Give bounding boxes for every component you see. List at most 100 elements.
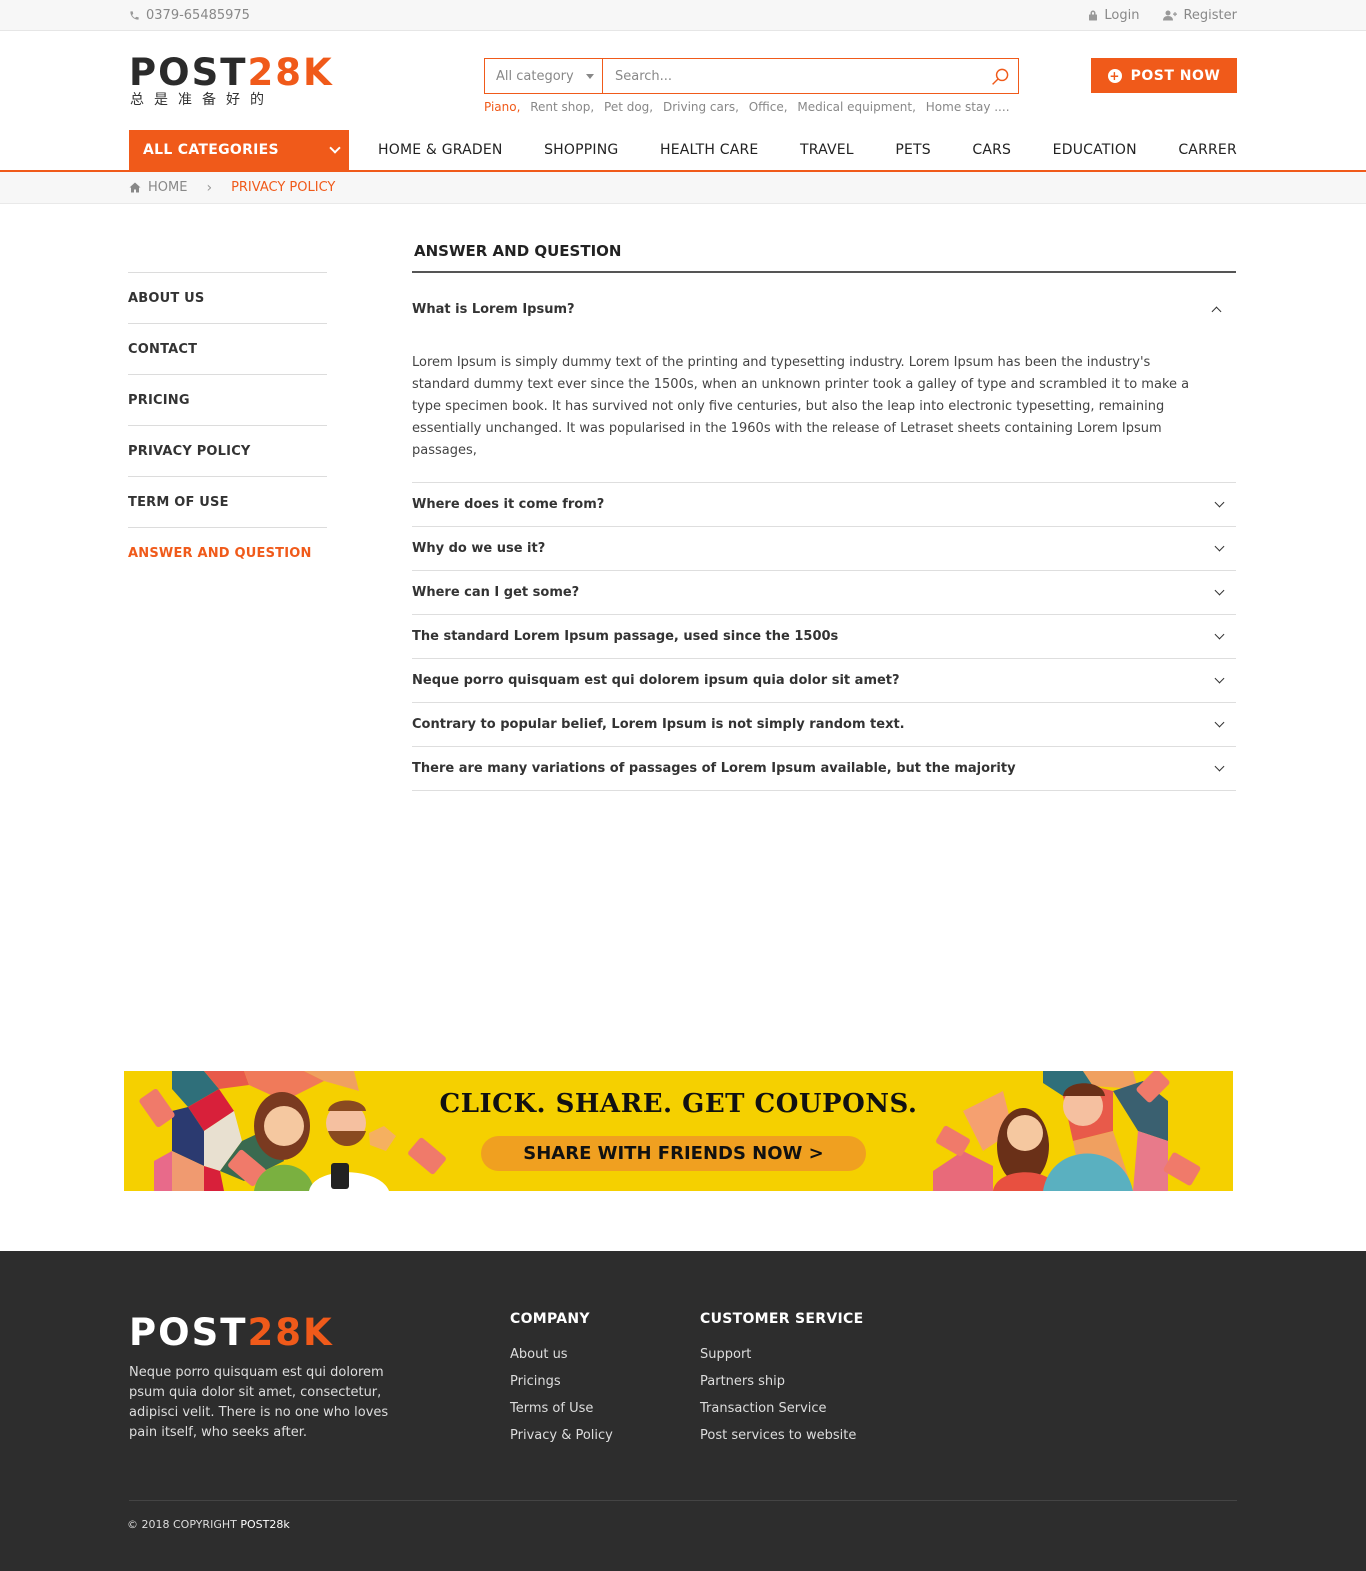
faq-answer: Lorem Ipsum is simply dummy text of the …	[412, 355, 1190, 458]
share-with-friends-button[interactable]: SHARE WITH FRIENDS NOW >	[481, 1136, 866, 1171]
faq-item: Where does it come from?	[412, 483, 1236, 527]
faq-item: The standard Lorem Ipsum passage, used s…	[412, 615, 1236, 659]
post-now-label: POST NOW	[1130, 67, 1221, 84]
footer-divider	[129, 1500, 1237, 1501]
sidebar: ABOUT US CONTACT PRICING PRIVACY POLICY …	[128, 272, 327, 578]
footer-customer-service-title: CUSTOMER SERVICE	[700, 1311, 864, 1327]
footer-link-transaction-service[interactable]: Transaction Service	[700, 1395, 863, 1422]
faq-title: ANSWER AND QUESTION	[412, 236, 1236, 273]
faq-item: What is Lorem Ipsum? Lorem Ipsum is simp…	[412, 273, 1236, 483]
register-label: Register	[1183, 7, 1237, 23]
chevron-down-icon	[1214, 761, 1225, 772]
chevron-down-icon	[1214, 585, 1225, 596]
category-select[interactable]: All category	[485, 59, 603, 93]
nav-item-pets[interactable]: PETS	[895, 142, 931, 158]
nav-item-education[interactable]: EDUCATION	[1053, 142, 1137, 158]
main-nav: ALL CATEGORIES HOME & GRADEN SHOPPING HE…	[0, 130, 1366, 172]
copyright: © 2018 COPYRIGHT POST28k	[127, 1518, 290, 1531]
footer-link-post-services[interactable]: Post services to website	[700, 1422, 863, 1449]
footer-link-privacy-policy[interactable]: Privacy & Policy	[510, 1422, 613, 1449]
footer-link-partners-ship[interactable]: Partners ship	[700, 1368, 863, 1395]
chevron-down-icon	[1214, 629, 1225, 640]
chevron-down-icon	[1214, 541, 1225, 552]
tag-link[interactable]: Piano,	[484, 100, 520, 114]
chevron-down-icon	[1214, 717, 1225, 728]
faq-question[interactable]: The standard Lorem Ipsum passage, used s…	[412, 615, 1236, 658]
login-link[interactable]: Login	[1088, 8, 1139, 23]
home-icon	[129, 182, 141, 193]
copyright-text: © 2018 COPYRIGHT	[127, 1518, 237, 1531]
nav-item-cars[interactable]: CARS	[972, 142, 1011, 158]
footer-company-title: COMPANY	[510, 1311, 590, 1327]
faq-item: There are many variations of passages of…	[412, 747, 1236, 791]
sidebar-item-about-us[interactable]: ABOUT US	[128, 272, 327, 323]
faq-question[interactable]: Neque porro quisquam est qui dolorem ips…	[412, 659, 1236, 702]
footer-customer-service-column: CUSTOMER SERVICE Support Partners ship T…	[700, 1311, 863, 1449]
popular-tags: Piano, Rent shop, Pet dog, Driving cars,…	[484, 100, 1016, 114]
search-bar: All category	[484, 58, 1019, 94]
faq-question[interactable]: There are many variations of passages of…	[412, 747, 1236, 790]
footer-link-support[interactable]: Support	[700, 1341, 863, 1368]
nav-item-travel[interactable]: TRAVEL	[800, 142, 854, 158]
faq-question-text: There are many variations of passages of…	[412, 761, 1016, 776]
faq-item: Where can I get some?	[412, 571, 1236, 615]
search-icon	[991, 68, 1008, 85]
footer-logo-main: POST	[129, 1311, 248, 1354]
breadcrumb-home[interactable]: HOME	[148, 180, 187, 195]
tag-link[interactable]: Medical equipment,	[797, 100, 916, 114]
nav-item-shopping[interactable]: SHOPPING	[544, 142, 618, 158]
faq-question[interactable]: Contrary to popular belief, Lorem Ipsum …	[412, 703, 1236, 746]
footer-link-pricings[interactable]: Pricings	[510, 1368, 613, 1395]
logo-accent-text: 28K	[247, 51, 334, 94]
nav-item-health-care[interactable]: HEALTH CARE	[660, 142, 758, 158]
sidebar-item-answer-and-question[interactable]: ANSWER AND QUESTION	[128, 527, 327, 578]
chevron-down-icon	[1214, 497, 1225, 508]
tag-link[interactable]: Driving cars,	[663, 100, 739, 114]
sidebar-item-privacy-policy[interactable]: PRIVACY POLICY	[128, 425, 327, 476]
post-now-button[interactable]: + POST NOW	[1091, 58, 1237, 93]
footer-logo[interactable]: POST28K	[129, 1311, 334, 1354]
tag-link[interactable]: Home stay ....	[926, 100, 1010, 114]
chevron-down-icon	[1214, 673, 1225, 684]
coupon-banner[interactable]: CLICK. SHARE. GET COUPONS. SHARE WITH FR…	[124, 1071, 1233, 1191]
faq-question[interactable]: Where does it come from?	[412, 483, 1236, 526]
breadcrumb: HOME › PRIVACY POLICY	[0, 172, 1366, 204]
sidebar-item-pricing[interactable]: PRICING	[128, 374, 327, 425]
footer-link-about-us[interactable]: About us	[510, 1341, 613, 1368]
logo[interactable]: POST28K 总是准备好的	[129, 51, 334, 109]
chevron-up-icon	[1211, 306, 1222, 316]
all-categories-button[interactable]: ALL CATEGORIES	[129, 130, 349, 170]
search-input[interactable]	[603, 59, 982, 93]
footer-link-terms-of-use[interactable]: Terms of Use	[510, 1395, 613, 1422]
banner-headline: CLICK. SHARE. GET COUPONS.	[439, 1089, 918, 1119]
plus-circle-icon: +	[1107, 68, 1122, 83]
nav-item-home-garden[interactable]: HOME & GRADEN	[378, 142, 503, 158]
faq-item: Neque porro quisquam est qui dolorem ips…	[412, 659, 1236, 703]
faq-question-text: What is Lorem Ipsum?	[412, 301, 575, 317]
phone-number: 0379-65485975	[146, 7, 250, 23]
sidebar-item-term-of-use[interactable]: TERM OF USE	[128, 476, 327, 527]
sidebar-item-contact[interactable]: CONTACT	[128, 323, 327, 374]
faq-question-text: Contrary to popular belief, Lorem Ipsum …	[412, 717, 905, 732]
faq-question-text: The standard Lorem Ipsum passage, used s…	[412, 629, 839, 644]
add-user-icon	[1163, 10, 1178, 20]
search-button[interactable]	[982, 59, 1018, 93]
faq-question[interactable]: Where can I get some?	[412, 571, 1236, 614]
breadcrumb-current: PRIVACY POLICY	[231, 180, 336, 195]
footer: POST28K Neque porro quisquam est qui dol…	[0, 1251, 1366, 1571]
phone-info: 0379-65485975	[129, 8, 250, 23]
login-label: Login	[1104, 7, 1140, 23]
nav-item-carrer[interactable]: CARRER	[1178, 142, 1237, 158]
register-link[interactable]: Register	[1163, 8, 1237, 23]
footer-description: Neque porro quisquam est qui dolorem psu…	[129, 1365, 389, 1440]
lock-icon	[1089, 10, 1098, 20]
copyright-brand: POST28k	[240, 1518, 290, 1531]
all-categories-label: ALL CATEGORIES	[143, 142, 279, 158]
faq-question[interactable]: Why do we use it?	[412, 527, 1236, 570]
tag-link[interactable]: Rent shop,	[530, 100, 594, 114]
tag-link[interactable]: Pet dog,	[604, 100, 653, 114]
faq-question[interactable]: What is Lorem Ipsum?	[412, 273, 1236, 345]
caret-down-icon	[586, 73, 594, 79]
faq-item: Why do we use it?	[412, 527, 1236, 571]
tag-link[interactable]: Office,	[749, 100, 788, 114]
